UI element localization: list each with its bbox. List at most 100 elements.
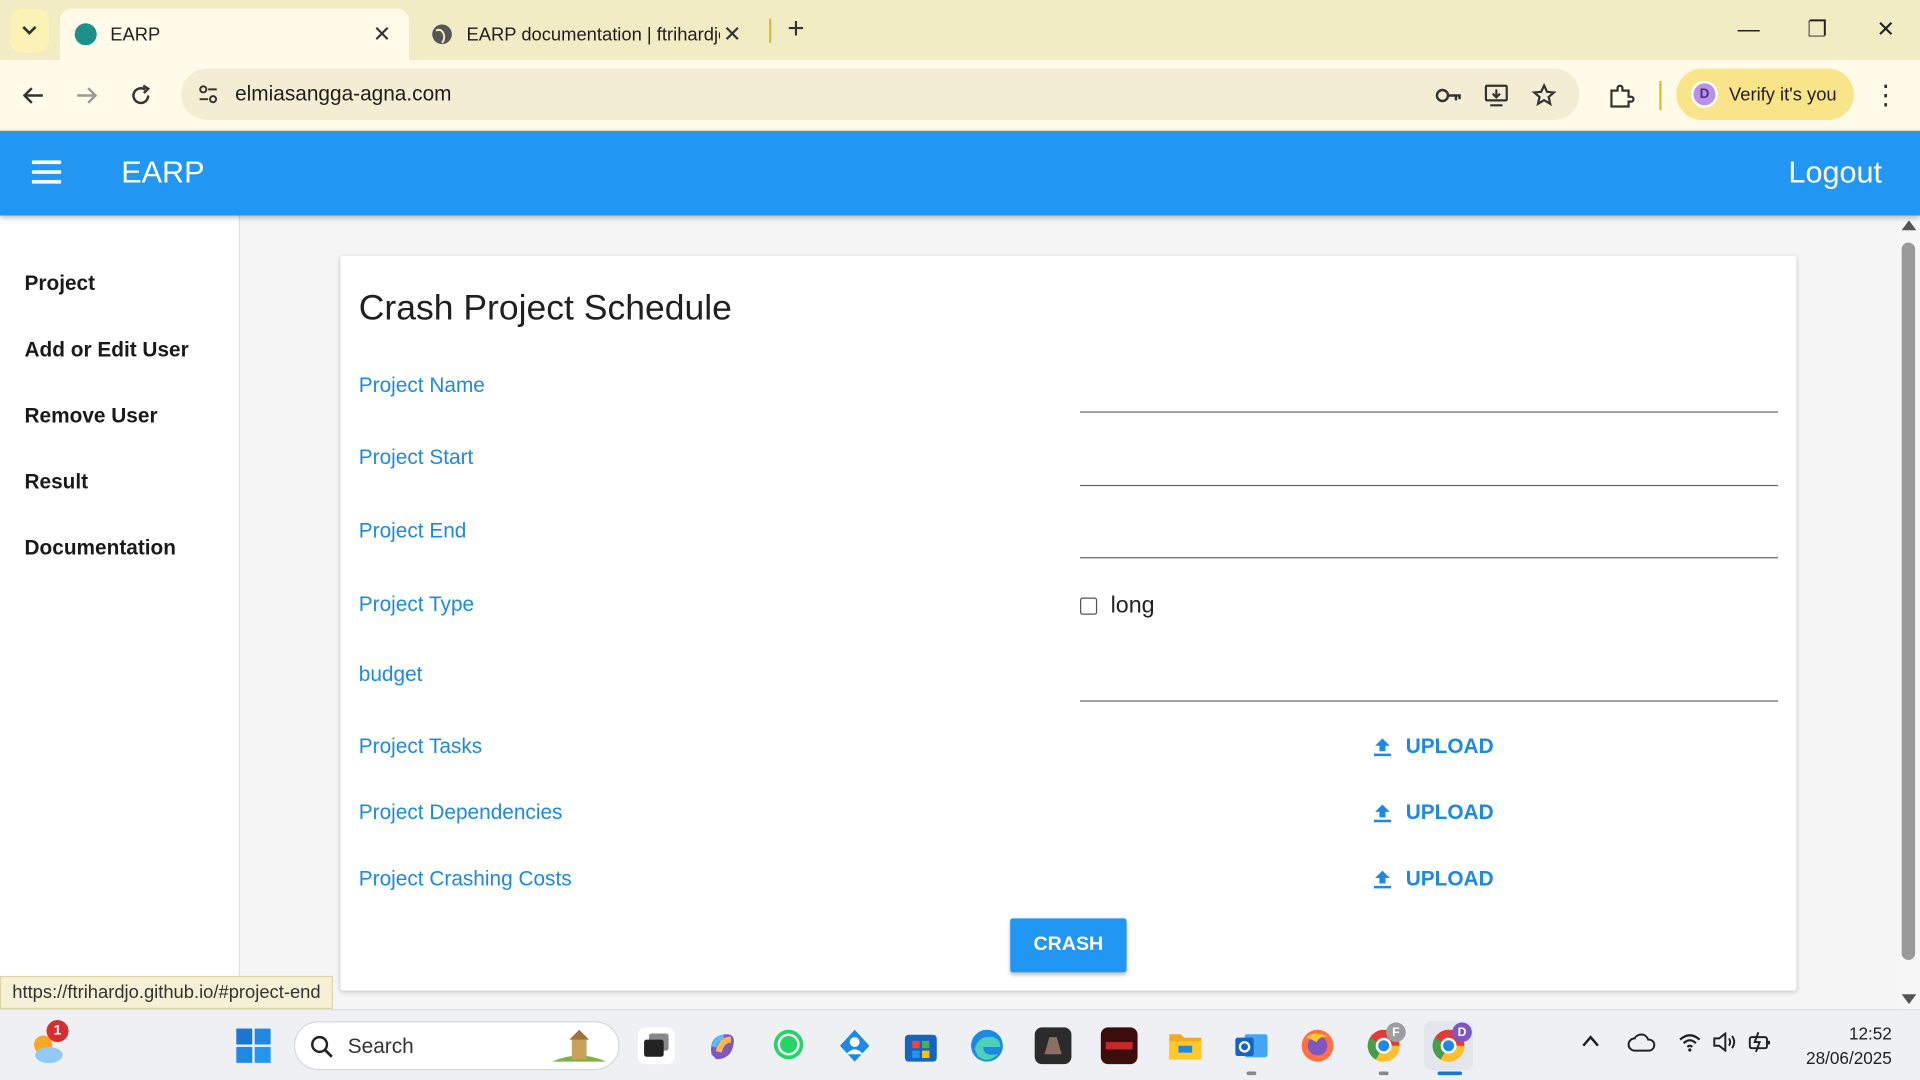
close-tab-icon[interactable]: ✕	[370, 21, 394, 47]
microsoft-store-icon[interactable]	[902, 1027, 939, 1064]
crash-form-card: Crash Project Schedule Project Name Proj…	[340, 255, 1797, 991]
game-launcher-icon[interactable]	[1100, 1027, 1138, 1065]
logout-button[interactable]: Logout	[1788, 156, 1882, 192]
volume-icon[interactable]	[1712, 1031, 1736, 1058]
budget-label: budget	[358, 662, 423, 686]
verify-label: Verify it's you	[1728, 83, 1837, 105]
extensions-puzzle-icon[interactable]	[1608, 82, 1635, 109]
project-start-input[interactable]	[1080, 484, 1778, 487]
windows-start-icon[interactable]	[235, 1027, 272, 1064]
search-icon	[311, 1035, 333, 1058]
project-dependencies-upload-button[interactable]: UPLOAD	[1371, 800, 1494, 825]
page-scrollbar[interactable]	[1897, 215, 1920, 1009]
wifi-icon[interactable]	[1678, 1032, 1702, 1058]
outlook-icon[interactable]	[1233, 1027, 1270, 1064]
hamburger-menu-icon[interactable]	[31, 160, 62, 184]
search-placeholder: Search	[347, 1034, 414, 1058]
close-tab-icon[interactable]: ✕	[720, 21, 744, 47]
app-body: Project Add or Edit User Remove User Res…	[0, 215, 1898, 1009]
weather-notification-badge: 1	[46, 1020, 69, 1043]
site-info-icon[interactable]	[196, 82, 220, 106]
upload-icon	[1373, 804, 1392, 823]
project-type-long-label[interactable]: long	[1111, 593, 1155, 620]
file-explorer-icon[interactable]	[1167, 1027, 1204, 1064]
project-end-input[interactable]	[1080, 557, 1778, 559]
game-app-icon[interactable]	[1034, 1027, 1072, 1065]
arrow-right-icon	[77, 87, 98, 104]
project-type-long-checkbox[interactable]	[1080, 597, 1098, 615]
project-name-label: Project Name	[358, 373, 485, 397]
people-app-icon[interactable]	[836, 1027, 873, 1064]
sidebar-item-result[interactable]: Result	[24, 470, 88, 494]
running-indicator	[1378, 1071, 1389, 1076]
sidebar-item-documentation[interactable]: Documentation	[24, 536, 176, 560]
windows-taskbar: 1 Search F D 12:52 28/06/2025	[0, 1008, 1920, 1080]
upload-icon	[1373, 870, 1392, 889]
whatsapp-icon[interactable]	[770, 1027, 807, 1064]
project-end-label: Project End	[358, 519, 467, 543]
onedrive-cloud-icon[interactable]	[1627, 1033, 1656, 1059]
sidebar: Project Add or Edit User Remove User Res…	[0, 215, 241, 1009]
reload-button[interactable]	[122, 77, 159, 114]
globe-icon	[432, 24, 452, 45]
tab-title: EARP documentation | ftrihardjo	[466, 23, 721, 45]
app-brand: EARP	[121, 155, 205, 190]
project-dependencies-label: Project Dependencies	[358, 800, 563, 825]
minimize-button[interactable]: —	[1714, 0, 1783, 60]
scroll-down-arrow-icon[interactable]	[1901, 994, 1917, 1005]
clock-date: 28/06/2025	[1806, 1048, 1892, 1068]
upload-label: UPLOAD	[1405, 800, 1494, 825]
copilot-icon[interactable]	[704, 1027, 741, 1064]
tray-chevron-up-icon[interactable]	[1581, 1032, 1601, 1054]
battery-icon[interactable]	[1747, 1031, 1774, 1059]
browser-menu-icon[interactable]: ⋮	[1872, 77, 1899, 114]
project-crashing-costs-label: Project Crashing Costs	[358, 866, 572, 891]
firefox-icon[interactable]	[1299, 1027, 1336, 1064]
sidebar-item-remove-user[interactable]: Remove User	[24, 404, 157, 428]
forward-button[interactable]	[69, 77, 106, 114]
back-button[interactable]	[15, 77, 52, 114]
bookmark-star-icon[interactable]	[1531, 82, 1558, 109]
project-crashing-costs-upload-button[interactable]: UPLOAD	[1371, 866, 1494, 891]
project-start-label: Project Start	[358, 445, 474, 469]
profile-avatar: D	[1691, 80, 1718, 108]
taskbar-search-box[interactable]: Search	[293, 1021, 620, 1071]
browser-tabstrip: EARP ✕ EARP documentation | ftrihardjo ✕…	[0, 0, 1920, 61]
reload-icon	[132, 84, 151, 105]
close-window-button[interactable]: ✕	[1851, 0, 1920, 60]
install-app-icon[interactable]	[1483, 82, 1510, 109]
restore-button[interactable]: ❐	[1783, 0, 1852, 60]
project-tasks-label: Project Tasks	[358, 734, 483, 758]
new-tab-button[interactable]: +	[780, 12, 812, 49]
tab-earp-documentation[interactable]: EARP documentation | ftrihardjo ✕	[416, 9, 759, 60]
tab-earp[interactable]: EARP ✕	[60, 8, 409, 61]
project-type-label: Project Type	[358, 592, 475, 616]
chevron-down-icon	[22, 25, 37, 35]
chrome-profile-badge: F	[1386, 1022, 1406, 1043]
project-name-input[interactable]	[1080, 411, 1778, 413]
sidebar-item-project[interactable]: Project	[24, 272, 95, 296]
sidebar-item-add-edit-user[interactable]: Add or Edit User	[24, 338, 188, 362]
budget-input[interactable]	[1080, 700, 1778, 702]
profile-verify-button[interactable]: D Verify it's you	[1676, 68, 1854, 121]
upload-icon	[1373, 738, 1392, 757]
system-clock[interactable]: 12:52 28/06/2025	[1806, 1021, 1892, 1070]
task-view-icon[interactable]	[637, 1027, 675, 1065]
address-bar[interactable]: elmiasangga-agna.com	[181, 68, 1580, 121]
active-indicator	[1437, 1071, 1463, 1076]
password-key-icon[interactable]	[1435, 82, 1462, 109]
clock-time: 12:52	[1848, 1023, 1892, 1044]
arrow-left-icon	[22, 87, 43, 104]
project-tasks-upload-button[interactable]: UPLOAD	[1371, 735, 1494, 759]
app-header: EARP Logout	[0, 131, 1920, 216]
tab-title: EARP	[110, 23, 161, 45]
toolbar-separator	[1659, 80, 1662, 111]
upload-label: UPLOAD	[1405, 866, 1494, 891]
scroll-up-arrow-icon[interactable]	[1901, 220, 1917, 231]
tab-search-button[interactable]	[9, 8, 49, 53]
running-indicator	[1246, 1071, 1257, 1076]
browser-toolbar: elmiasangga-agna.com D Verify it's you ⋮	[0, 60, 1920, 132]
scrollbar-thumb[interactable]	[1901, 242, 1916, 961]
edge-browser-icon[interactable]	[969, 1027, 1006, 1064]
crash-button[interactable]: CRASH	[1010, 918, 1127, 973]
